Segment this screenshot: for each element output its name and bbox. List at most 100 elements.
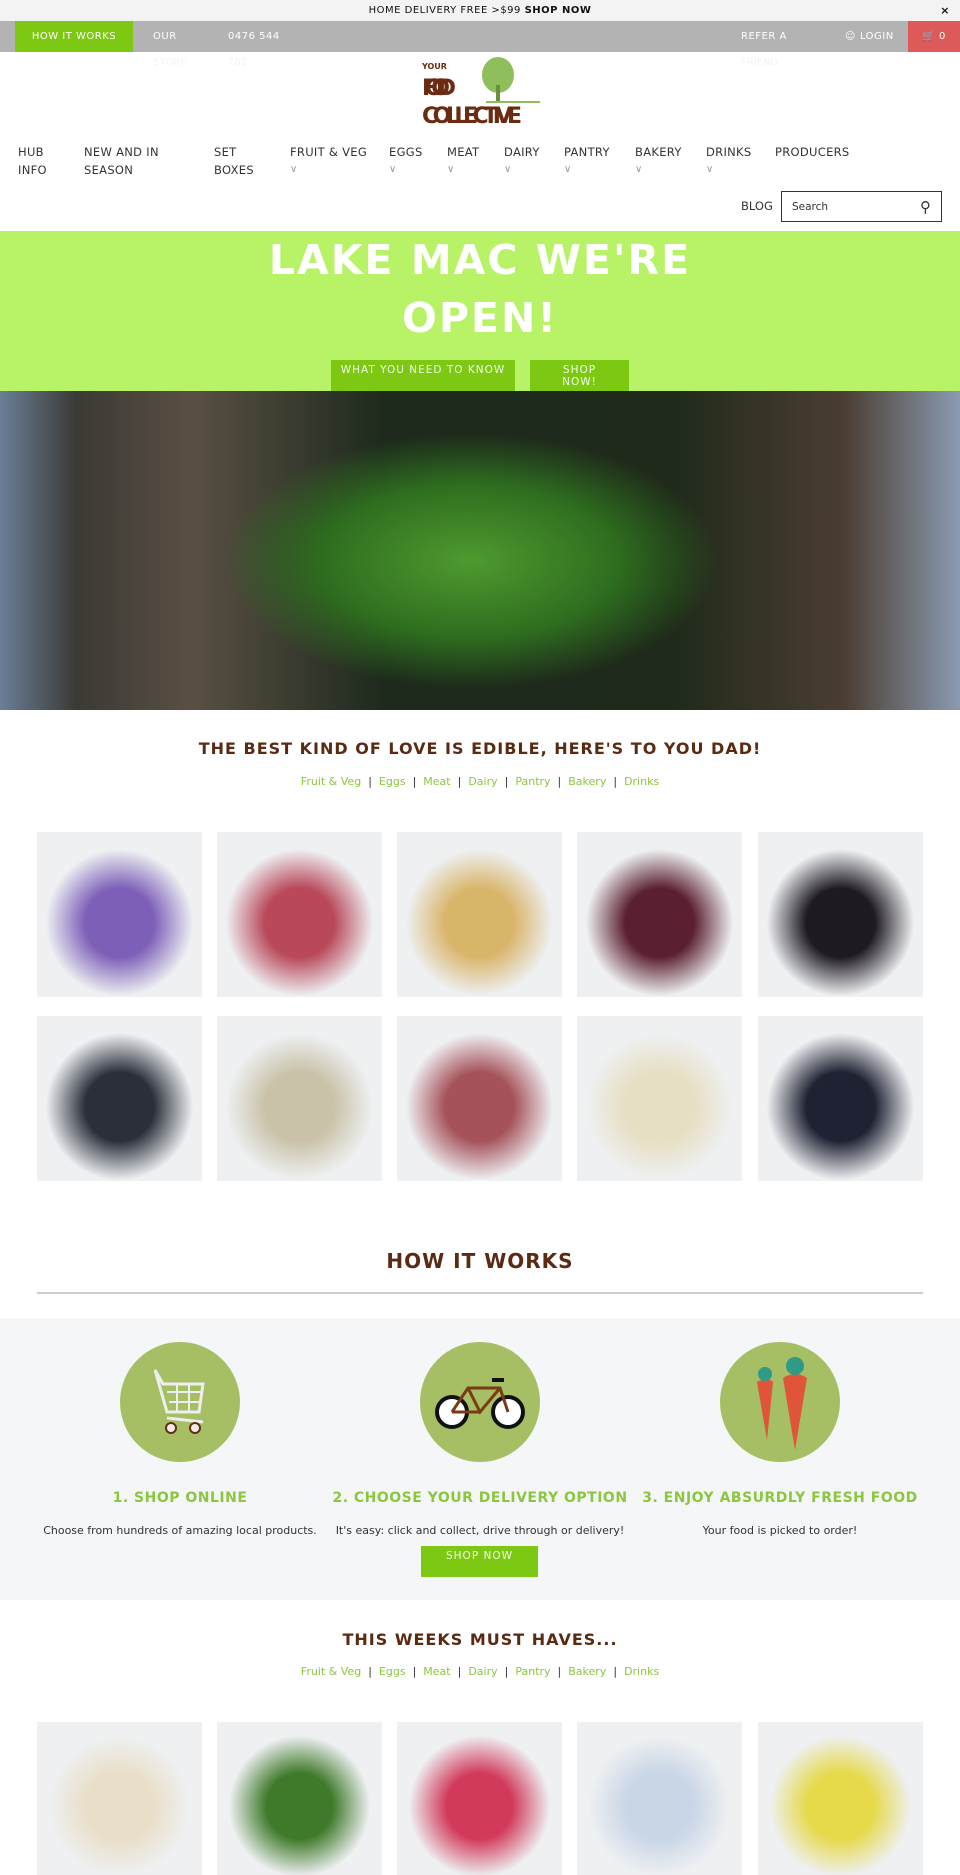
user-icon: ☺ xyxy=(845,31,856,42)
top-bar: HOW IT WORKS OUR 0476 544 REFER A ☺ LOGIN… xyxy=(0,21,960,52)
product-image[interactable] xyxy=(37,832,202,997)
product-image[interactable] xyxy=(577,832,742,997)
shop-now-button[interactable]: SHOP NOW! xyxy=(530,360,629,391)
cart-icon: 🛒 xyxy=(922,31,936,42)
category-link[interactable]: Fruit & Veg xyxy=(301,775,361,788)
our-story-link[interactable]: OUR xyxy=(153,21,177,52)
category-link[interactable]: Eggs xyxy=(379,775,406,788)
category-link[interactable]: Bakery xyxy=(568,1665,606,1678)
product-image[interactable] xyxy=(758,1016,923,1181)
our-story-overflow: STORY xyxy=(153,57,186,68)
category-link[interactable]: Eggs xyxy=(379,1665,406,1678)
chevron-down-icon: ∨ xyxy=(706,164,714,175)
search-input[interactable]: Search ⚲ xyxy=(781,191,942,222)
login-label: LOGIN xyxy=(859,31,894,42)
featured-title: THE BEST KIND OF LOVE IS EDIBLE, HERE'S … xyxy=(198,739,762,758)
what-you-need-to-know-button[interactable]: WHAT YOU NEED TO KNOW xyxy=(331,360,515,391)
chevron-down-icon: ∨ xyxy=(447,164,455,175)
category-link[interactable]: Drinks xyxy=(624,1665,659,1678)
close-icon[interactable]: × xyxy=(940,0,950,21)
chevron-down-icon: ∨ xyxy=(389,164,397,175)
product-image[interactable] xyxy=(217,1722,382,1875)
category-links: Fruit & Veg | Eggs | Meat | Dairy | Pantry | Baker… xyxy=(0,775,960,788)
chevron-down-icon: ∨ xyxy=(564,164,572,175)
phone-overflow: 782 xyxy=(228,57,248,68)
product-image[interactable] xyxy=(37,1016,202,1181)
nav-producers[interactable]: PRODUCERS xyxy=(775,143,850,161)
nav-eggs[interactable]: EGGS ∨ xyxy=(389,143,423,179)
category-link[interactable]: Pantry xyxy=(515,1665,550,1678)
promo-shop-now-link[interactable]: SHOP NOW xyxy=(525,5,592,16)
category-link[interactable]: Meat xyxy=(423,775,450,788)
product-image[interactable] xyxy=(397,1016,562,1181)
svg-text:FOOD: FOOD xyxy=(422,76,456,101)
category-link[interactable]: Dairy xyxy=(468,1665,497,1678)
product-image[interactable] xyxy=(577,1722,742,1875)
separator: | xyxy=(613,775,618,788)
search-placeholder: Search xyxy=(792,200,829,213)
promo-text: HOME DELIVERY FREE >$99 xyxy=(368,5,521,16)
nav-fruit-veg[interactable]: FRUIT & VEG ∨ xyxy=(290,143,367,179)
step-text: Your food is picked to order! xyxy=(702,1524,858,1537)
blog-link[interactable]: BLOG xyxy=(741,199,773,213)
nav-meat[interactable]: MEAT ∨ xyxy=(447,143,479,179)
product-image[interactable] xyxy=(217,1016,382,1181)
separator: | xyxy=(457,775,462,788)
refer-friend-link[interactable]: REFER A xyxy=(741,21,787,52)
step-delivery: 2. CHOOSE YOUR DELIVERY OPTION It's easy… xyxy=(330,1318,630,1537)
nav-new-in-season[interactable]: NEW AND IN SEASON xyxy=(84,143,159,179)
nav-pantry[interactable]: PANTRY ∨ xyxy=(564,143,610,179)
logo[interactable]: YOUR FOOD COLLECTIVE xyxy=(420,55,540,127)
category-link[interactable]: Meat xyxy=(423,1665,450,1678)
how-it-works-button[interactable]: HOW IT WORKS xyxy=(15,21,133,52)
hero-title: LAKE MAC WE'RE OPEN! xyxy=(268,236,692,342)
step-title: 3. ENJOY ABSURDLY FRESH FOOD xyxy=(642,1490,918,1506)
phone-link[interactable]: 0476 544 xyxy=(228,21,280,52)
separator: | xyxy=(504,1665,509,1678)
shopping-cart-icon xyxy=(120,1342,240,1462)
search-icon[interactable]: ⚲ xyxy=(920,198,931,216)
separator: | xyxy=(557,775,562,788)
product-image[interactable] xyxy=(217,832,382,997)
separator: | xyxy=(504,775,509,788)
product-image[interactable] xyxy=(758,832,923,997)
chevron-down-icon: ∨ xyxy=(504,164,512,175)
separator: | xyxy=(557,1665,562,1678)
nav-dairy[interactable]: DAIRY ∨ xyxy=(504,143,540,179)
chevron-down-icon: ∨ xyxy=(635,164,643,175)
promo-banner: HOME DELIVERY FREE >$99 SHOP NOW × xyxy=(0,0,960,21)
separator: | xyxy=(412,775,417,788)
category-link[interactable]: Drinks xyxy=(624,775,659,788)
category-link[interactable]: Bakery xyxy=(568,775,606,788)
nav-set-boxes[interactable]: SET BOXES xyxy=(214,143,254,179)
product-image[interactable] xyxy=(397,832,562,997)
cart-button[interactable]: 🛒 0 xyxy=(908,21,960,52)
how-it-works-title: HOW IT WORKS xyxy=(386,1249,574,1273)
login-link[interactable]: ☺ LOGIN xyxy=(845,21,894,52)
product-image[interactable] xyxy=(37,1722,202,1875)
separator: | xyxy=(368,775,372,788)
product-image[interactable] xyxy=(577,1016,742,1181)
category-link[interactable]: Dairy xyxy=(468,775,497,788)
how-it-works-steps: 1. SHOP ONLINE Choose from hundreds of a… xyxy=(0,1318,960,1600)
nav-hub-info[interactable]: HUB INFO xyxy=(18,143,47,179)
step-text: Choose from hundreds of amazing local pr… xyxy=(43,1524,317,1537)
cart-count: 0 xyxy=(939,31,946,42)
chevron-down-icon: ∨ xyxy=(290,164,298,175)
product-image[interactable] xyxy=(397,1722,562,1875)
divider xyxy=(37,1292,923,1294)
category-link[interactable]: Fruit & Veg xyxy=(301,1665,361,1678)
category-link[interactable]: Pantry xyxy=(515,775,550,788)
step-shop-online: 1. SHOP ONLINE Choose from hundreds of a… xyxy=(30,1318,330,1537)
bicycle-icon xyxy=(420,1342,540,1462)
svg-text:COLLECTIVE: COLLECTIVE xyxy=(422,104,522,127)
step-text: It's easy: click and collect, drive thro… xyxy=(335,1524,625,1537)
separator: | xyxy=(457,1665,462,1678)
product-image[interactable] xyxy=(758,1722,923,1875)
refer-overflow: FRIEND xyxy=(741,57,779,68)
nav-bakery[interactable]: BAKERY ∨ xyxy=(635,143,682,179)
separator: | xyxy=(412,1665,417,1678)
nav-drinks[interactable]: DRINKS ∨ xyxy=(706,143,751,179)
shop-now-button[interactable]: SHOP NOW xyxy=(421,1546,538,1577)
carrots-icon xyxy=(720,1342,840,1462)
